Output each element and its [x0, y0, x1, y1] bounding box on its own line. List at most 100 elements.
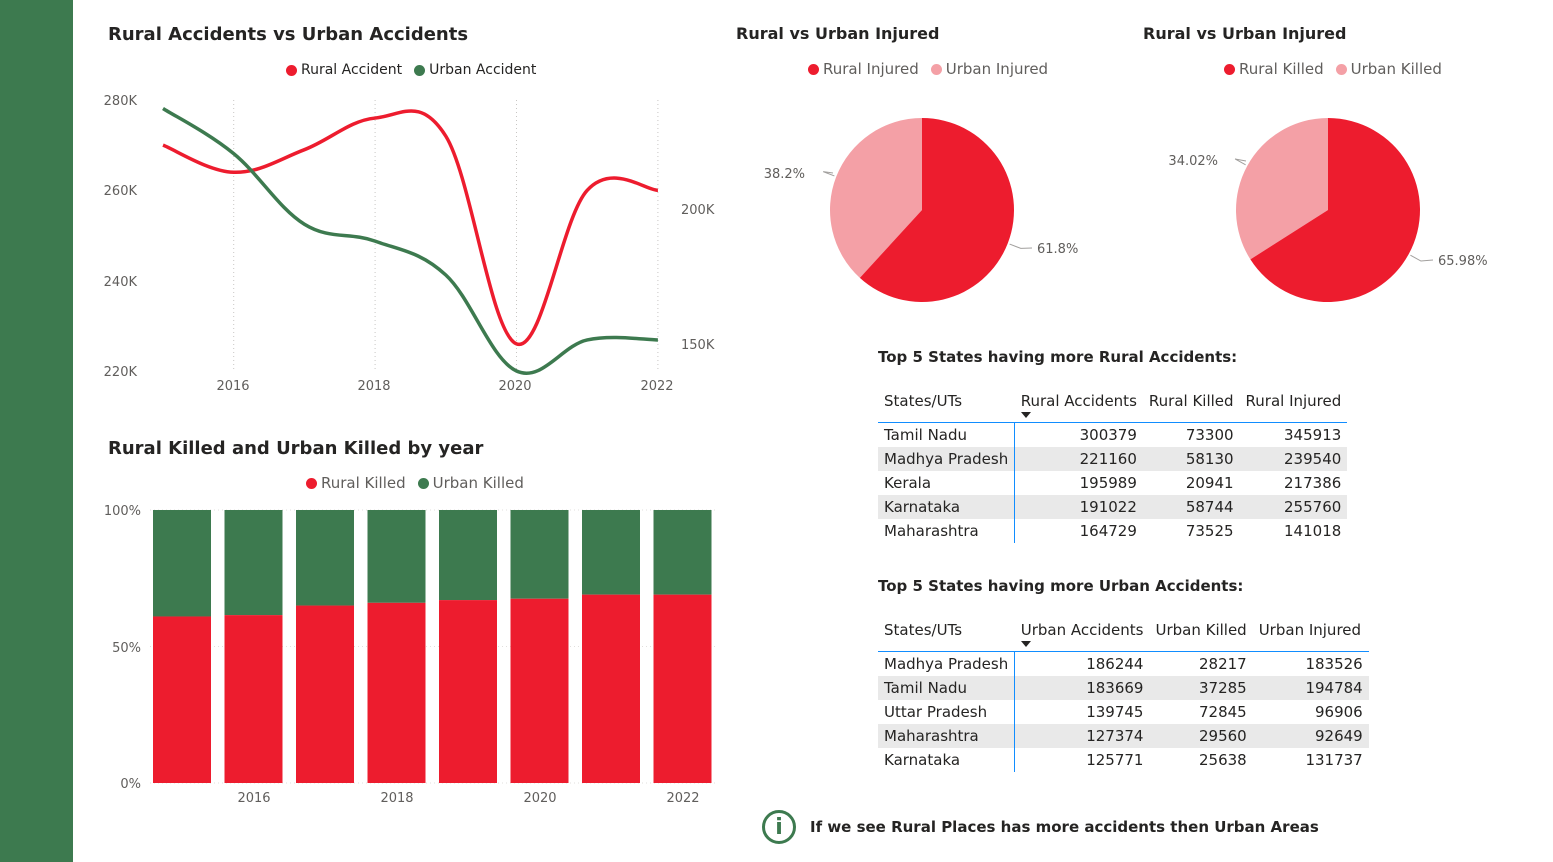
- column-header[interactable]: Rural Injured: [1240, 392, 1348, 423]
- x-tick: 2020: [523, 791, 556, 806]
- table-row[interactable]: Uttar Pradesh 139745 72845 96906: [878, 700, 1369, 724]
- cell-state: Tamil Nadu: [878, 422, 1016, 447]
- cell-accidents: 127374: [1014, 724, 1150, 748]
- table-row[interactable]: Kerala 195989 20941 217386: [878, 471, 1347, 495]
- info-icon: i: [762, 810, 796, 844]
- table-row[interactable]: Madhya Pradesh 186244 28217 183526: [878, 651, 1369, 676]
- column-header[interactable]: States/UTs: [878, 621, 1015, 652]
- cell-injured: 239540: [1239, 447, 1348, 471]
- y-tick: 50%: [112, 641, 141, 656]
- legend-item-urban-injured[interactable]: Urban Injured: [930, 60, 1049, 78]
- column-header[interactable]: Rural Killed: [1143, 392, 1240, 423]
- cell-killed: 73525: [1185, 522, 1234, 540]
- pie-label-rural: 61.8%: [1037, 242, 1078, 257]
- line-chart-legend[interactable]: Rural Accident Urban Accident: [286, 62, 536, 78]
- y-tick-left: 260K: [104, 184, 138, 199]
- table-row[interactable]: Tamil Nadu 183669 37285 194784: [878, 676, 1369, 700]
- legend-item-urban[interactable]: Urban Accident: [414, 62, 536, 78]
- bar-rural-killed: [439, 600, 497, 783]
- cell-killed: 72845: [1198, 703, 1247, 721]
- cell-injured: 183526: [1305, 655, 1363, 673]
- urban-table[interactable]: States/UTs Urban Accidents Urban Killed …: [878, 621, 1369, 772]
- table-row[interactable]: Maharashtra 127374 29560 92649: [878, 724, 1369, 748]
- cell-state: Karnataka: [878, 748, 1016, 772]
- legend-label: Urban Injured: [945, 60, 1049, 78]
- y-tick: 0%: [120, 777, 141, 792]
- bar-urban-killed: [367, 510, 426, 603]
- y-tick-left: 220K: [104, 365, 138, 380]
- x-tick: 2018: [357, 379, 390, 394]
- legend-label: Rural Accident: [301, 62, 403, 78]
- bar-rural-killed: [510, 598, 569, 783]
- cell-accidents: 183669: [1014, 676, 1150, 700]
- column-header[interactable]: Urban Injured: [1253, 621, 1369, 652]
- bar-chart[interactable]: 100% 50% 0% 2016 2018 2020 2022: [100, 500, 720, 812]
- line-chart-title: Rural Accidents vs Urban Accidents: [108, 24, 469, 45]
- bar-rural-killed: [582, 594, 640, 783]
- legend-item-urban-killed[interactable]: Urban Killed: [1335, 60, 1442, 78]
- bar-chart-title: Rural Killed and Urban Killed by year: [108, 438, 484, 459]
- legend-item-rural-killed[interactable]: Rural Killed: [1224, 60, 1324, 78]
- table-row[interactable]: Maharashtra 164729 73525 141018: [878, 519, 1347, 543]
- pie1-legend[interactable]: Rural Injured Urban Injured: [808, 60, 1048, 78]
- column-header[interactable]: States/UTs: [878, 392, 1015, 423]
- rural-dot-icon: [306, 477, 317, 489]
- cell-accidents: 195989: [1079, 474, 1137, 492]
- bar-urban-killed: [224, 510, 283, 616]
- table-row[interactable]: Madhya Pradesh 221160 58130 239540: [878, 447, 1348, 471]
- urban-dot-icon: [1335, 63, 1347, 75]
- leader-line: [1234, 158, 1247, 166]
- pie2-legend[interactable]: Rural Killed Urban Killed: [1224, 60, 1442, 78]
- cell-state: Madhya Pradesh: [878, 651, 1016, 676]
- legend-label: Rural Killed: [1239, 60, 1324, 78]
- y-tick-left: 240K: [104, 275, 138, 290]
- rural-dot-icon: [1224, 63, 1235, 75]
- pie-label-urban: 34.02%: [1168, 154, 1218, 169]
- cell-injured: 255760: [1239, 495, 1348, 519]
- cell-accidents: 186244: [1086, 655, 1144, 673]
- pie2-chart[interactable]: 34.02% 65.98%: [1150, 100, 1510, 320]
- y-tick-left: 280K: [104, 94, 138, 109]
- cell-injured: 141018: [1284, 522, 1342, 540]
- table-header-row: States/UTs Urban Accidents Urban Killed …: [878, 621, 1369, 652]
- table-row[interactable]: Tamil Nadu 300379 73300 345913: [878, 422, 1347, 447]
- cell-state: Madhya Pradesh: [878, 447, 1016, 471]
- cell-killed: 73300: [1185, 426, 1234, 444]
- cell-accidents: 300379: [1079, 426, 1137, 444]
- line-chart[interactable]: 280K 260K 240K 220K 200K 150K 2016 2018 …: [100, 88, 720, 400]
- y-tick-right: 200K: [681, 203, 715, 218]
- bar-urban-killed: [296, 510, 354, 606]
- rural-dot-icon: [808, 63, 819, 75]
- bar-rural-killed: [224, 615, 283, 783]
- cell-injured: 92649: [1252, 724, 1369, 748]
- cell-accidents: 139745: [1086, 703, 1144, 721]
- cell-state: Kerala: [878, 471, 1016, 495]
- legend-label: Urban Killed: [1350, 60, 1442, 78]
- pie1-title: Rural vs Urban Injured: [736, 24, 940, 43]
- sort-desc-icon: [1020, 412, 1031, 418]
- insight-text: If we see Rural Places has more accident…: [810, 818, 1319, 836]
- table-row[interactable]: Karnataka 191022 58744 255760: [878, 495, 1348, 519]
- legend-item-urban-killed[interactable]: Urban Killed: [417, 474, 524, 492]
- column-header-sorted[interactable]: Urban Accidents: [1015, 621, 1150, 652]
- table-row[interactable]: Karnataka 125771 25638 131737: [878, 748, 1369, 772]
- legend-item-rural-injured[interactable]: Rural Injured: [808, 60, 919, 78]
- cell-state: Karnataka: [878, 495, 1016, 519]
- pie-label-urban: 38.2%: [764, 167, 805, 182]
- cell-state: Tamil Nadu: [878, 676, 1016, 700]
- x-tick: 2020: [498, 379, 531, 394]
- bar-chart-legend[interactable]: Rural Killed Urban Killed: [306, 474, 524, 492]
- column-header-sorted[interactable]: Rural Accidents: [1015, 392, 1143, 423]
- legend-item-rural[interactable]: Rural Accident: [286, 62, 402, 78]
- cell-accidents: 164729: [1079, 522, 1137, 540]
- legend-item-rural-killed[interactable]: Rural Killed: [306, 474, 406, 492]
- rural-table-title: Top 5 States having more Rural Accidents…: [878, 348, 1238, 366]
- rural-table[interactable]: States/UTs Rural Accidents Rural Killed …: [878, 392, 1348, 543]
- sidebar: [0, 0, 73, 862]
- series-line-rural: [162, 109, 659, 346]
- leader-line: [823, 171, 835, 177]
- column-header[interactable]: Urban Killed: [1149, 621, 1252, 652]
- cell-state: Maharashtra: [878, 724, 1016, 748]
- pie1-chart[interactable]: 38.2% 61.8%: [740, 100, 1100, 320]
- x-tick: 2018: [380, 791, 413, 806]
